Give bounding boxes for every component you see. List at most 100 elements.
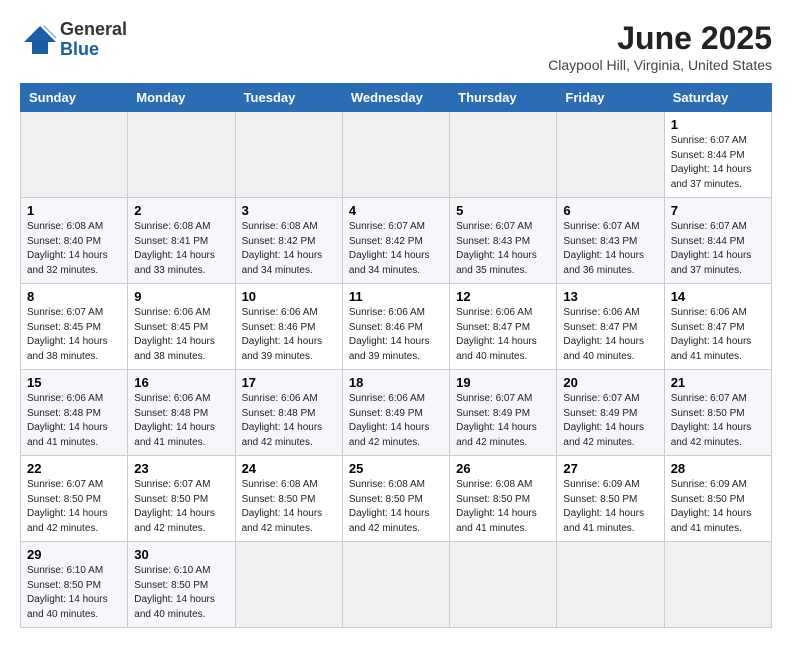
calendar-cell: 8 Sunrise: 6:07 AMSunset: 8:45 PMDaylight… — [21, 284, 128, 370]
day-number: 15 — [27, 375, 121, 390]
day-info: Sunrise: 6:08 AMSunset: 8:50 PMDaylight:… — [242, 478, 336, 536]
calendar-day-header: Thursday — [450, 84, 557, 112]
calendar-cell: 25Sunrise: 6:08 AMSunset: 8:50 PMDayligh… — [342, 456, 449, 542]
day-info: Sunrise: 6:06 AMSunset: 8:47 PMDaylight:… — [456, 306, 550, 364]
calendar-cell: 12 Sunrise: 6:06 AMSunset: 8:47 PMDayligh… — [450, 284, 557, 370]
calendar-week-row: 29 Sunrise: 6:10 AMSunset: 8:50 PMDayligh… — [21, 542, 772, 628]
calendar-cell: 27Sunrise: 6:09 AMSunset: 8:50 PMDayligh… — [557, 456, 664, 542]
day-info: Sunrise: 6:07 AMSunset: 8:50 PMDaylight:… — [27, 478, 121, 536]
day-info: Sunrise: 6:06 AMSunset: 8:48 PMDaylight:… — [134, 392, 228, 450]
day-info: Sunrise: 6:10 AMSunset: 8:50 PMDaylight:… — [134, 564, 228, 622]
calendar-week-row: 22 Sunrise: 6:07 AMSunset: 8:50 PMDayligh… — [21, 456, 772, 542]
calendar-cell: 2 Sunrise: 6:08 AMSunset: 8:41 PMDaylight… — [128, 198, 235, 284]
calendar-cell: 14Sunrise: 6:06 AMSunset: 8:47 PMDayligh… — [664, 284, 771, 370]
calendar-day-header: Sunday — [21, 84, 128, 112]
calendar-cell: 29Sunrise: 6:10 AMSunset: 8:50 PMDayligh… — [21, 542, 128, 628]
calendar-cell: 9Sunrise: 6:06 AMSunset: 8:45 PMDaylight… — [128, 284, 235, 370]
calendar-cell — [21, 112, 128, 198]
day-number: 22 — [27, 461, 121, 476]
logo-text: General Blue — [60, 20, 127, 60]
day-info: Sunrise: 6:09 AMSunset: 8:50 PMDaylight:… — [671, 478, 765, 536]
day-number: 18 — [349, 375, 443, 390]
calendar-cell: 28 Sunrise: 6:09 AMSunset: 8:50 PMDayligh… — [664, 456, 771, 542]
calendar-cell — [128, 112, 235, 198]
day-info: Sunrise: 6:09 AMSunset: 8:50 PMDaylight:… — [563, 478, 657, 536]
day-number: 28 — [671, 461, 765, 476]
calendar-day-header: Saturday — [664, 84, 771, 112]
day-info: Sunrise: 6:07 AMSunset: 8:42 PMDaylight:… — [349, 220, 443, 278]
calendar-cell: 16 Sunrise: 6:06 AMSunset: 8:48 PMDayligh… — [128, 370, 235, 456]
calendar-cell: 6Sunrise: 6:07 AMSunset: 8:43 PMDaylight… — [557, 198, 664, 284]
day-number: 5 — [456, 203, 550, 218]
day-info: Sunrise: 6:07 AMSunset: 8:49 PMDaylight:… — [563, 392, 657, 450]
calendar-cell: 22 Sunrise: 6:07 AMSunset: 8:50 PMDayligh… — [21, 456, 128, 542]
day-number: 1 — [27, 203, 121, 218]
day-info: Sunrise: 6:07 AMSunset: 8:50 PMDaylight:… — [671, 392, 765, 450]
day-number: 12 — [456, 289, 550, 304]
day-number: 8 — [27, 289, 121, 304]
day-number: 6 — [563, 203, 657, 218]
day-number: 26 — [456, 461, 550, 476]
calendar-cell — [557, 112, 664, 198]
day-number: 11 — [349, 289, 443, 304]
logo-icon — [20, 22, 56, 58]
day-info: Sunrise: 6:06 AMSunset: 8:47 PMDaylight:… — [563, 306, 657, 364]
calendar-cell: 3 Sunrise: 6:08 AMSunset: 8:42 PMDaylight… — [235, 198, 342, 284]
location-text: Claypool Hill, Virginia, United States — [548, 57, 772, 73]
day-info: Sunrise: 6:06 AMSunset: 8:49 PMDaylight:… — [349, 392, 443, 450]
calendar-cell: 30Sunrise: 6:10 AMSunset: 8:50 PMDayligh… — [128, 542, 235, 628]
day-number: 20 — [563, 375, 657, 390]
calendar-cell: 7 Sunrise: 6:07 AMSunset: 8:44 PMDaylight… — [664, 198, 771, 284]
logo: General Blue — [20, 20, 127, 60]
calendar-week-row: 1 Sunrise: 6:08 AMSunset: 8:40 PMDaylight… — [21, 198, 772, 284]
calendar-cell — [450, 112, 557, 198]
day-info: Sunrise: 6:08 AMSunset: 8:41 PMDaylight:… — [134, 220, 228, 278]
day-number: 4 — [349, 203, 443, 218]
calendar-cell — [342, 542, 449, 628]
calendar-day-header: Monday — [128, 84, 235, 112]
calendar-week-row: 15 Sunrise: 6:06 AMSunset: 8:48 PMDayligh… — [21, 370, 772, 456]
day-number: 29 — [27, 547, 121, 562]
day-info: Sunrise: 6:07 AMSunset: 8:49 PMDaylight:… — [456, 392, 550, 450]
day-number: 23 — [134, 461, 228, 476]
calendar-cell — [342, 112, 449, 198]
day-info: Sunrise: 6:06 AMSunset: 8:47 PMDaylight:… — [671, 306, 765, 364]
day-info: Sunrise: 6:08 AMSunset: 8:40 PMDaylight:… — [27, 220, 121, 278]
calendar-cell: 13Sunrise: 6:06 AMSunset: 8:47 PMDayligh… — [557, 284, 664, 370]
day-number: 16 — [134, 375, 228, 390]
day-info: Sunrise: 6:06 AMSunset: 8:46 PMDaylight:… — [242, 306, 336, 364]
calendar-cell: 1 Sunrise: 6:08 AMSunset: 8:40 PMDaylight… — [21, 198, 128, 284]
day-number: 7 — [671, 203, 765, 218]
calendar-cell: 1Sunrise: 6:07 AMSunset: 8:44 PMDaylight… — [664, 112, 771, 198]
calendar-cell: 10Sunrise: 6:06 AMSunset: 8:46 PMDayligh… — [235, 284, 342, 370]
title-block: June 2025 Claypool Hill, Virginia, Unite… — [548, 20, 772, 73]
day-info: Sunrise: 6:07 AMSunset: 8:44 PMDaylight:… — [671, 220, 765, 278]
day-info: Sunrise: 6:08 AMSunset: 8:42 PMDaylight:… — [242, 220, 336, 278]
day-info: Sunrise: 6:07 AMSunset: 8:44 PMDaylight:… — [671, 134, 765, 192]
day-number: 9 — [134, 289, 228, 304]
day-info: Sunrise: 6:06 AMSunset: 8:46 PMDaylight:… — [349, 306, 443, 364]
day-number: 2 — [134, 203, 228, 218]
calendar-cell: 5Sunrise: 6:07 AMSunset: 8:43 PMDaylight… — [450, 198, 557, 284]
calendar-cell — [235, 112, 342, 198]
page-header: General Blue June 2025 Claypool Hill, Vi… — [20, 20, 772, 73]
day-info: Sunrise: 6:08 AMSunset: 8:50 PMDaylight:… — [456, 478, 550, 536]
logo-general-text: General — [60, 20, 127, 40]
day-info: Sunrise: 6:07 AMSunset: 8:45 PMDaylight:… — [27, 306, 121, 364]
calendar-cell: 11 Sunrise: 6:06 AMSunset: 8:46 PMDayligh… — [342, 284, 449, 370]
day-number: 24 — [242, 461, 336, 476]
day-number: 17 — [242, 375, 336, 390]
day-info: Sunrise: 6:06 AMSunset: 8:48 PMDaylight:… — [27, 392, 121, 450]
day-number: 3 — [242, 203, 336, 218]
calendar-cell: 18 Sunrise: 6:06 AMSunset: 8:49 PMDayligh… — [342, 370, 449, 456]
day-number: 21 — [671, 375, 765, 390]
calendar-cell: 21 Sunrise: 6:07 AMSunset: 8:50 PMDayligh… — [664, 370, 771, 456]
calendar-table: SundayMondayTuesdayWednesdayThursdayFrid… — [20, 83, 772, 628]
calendar-week-row: 1Sunrise: 6:07 AMSunset: 8:44 PMDaylight… — [21, 112, 772, 198]
calendar-cell — [450, 542, 557, 628]
calendar-cell: 19 Sunrise: 6:07 AMSunset: 8:49 PMDayligh… — [450, 370, 557, 456]
calendar-cell — [235, 542, 342, 628]
calendar-week-row: 8 Sunrise: 6:07 AMSunset: 8:45 PMDaylight… — [21, 284, 772, 370]
calendar-cell: 23Sunrise: 6:07 AMSunset: 8:50 PMDayligh… — [128, 456, 235, 542]
day-number: 19 — [456, 375, 550, 390]
